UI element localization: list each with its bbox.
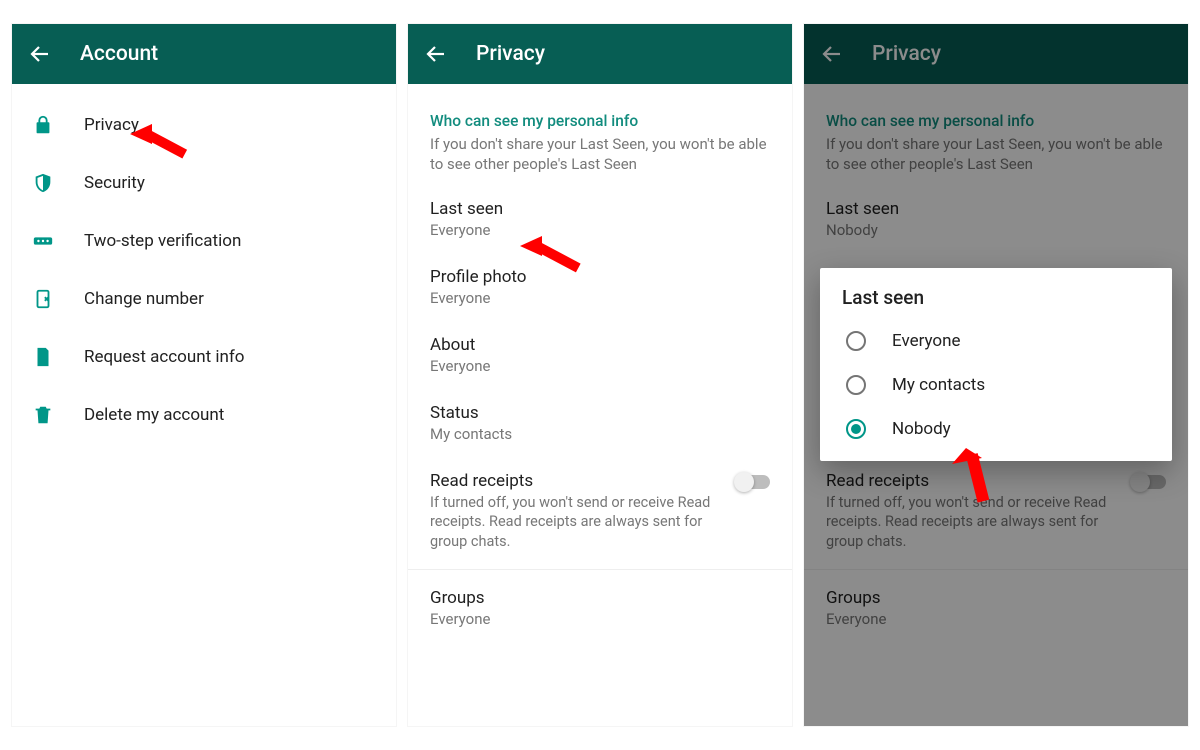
section-description: If you don't share your Last Seen, you w… [408,134,792,185]
setting-value: My contacts [430,425,770,443]
app-bar-title: Account [80,42,158,66]
radio-option-everyone[interactable]: Everyone [842,319,1150,363]
setting-last-seen[interactable]: Last seen Everyone [408,185,792,253]
setting-title: Status [430,403,770,423]
radio-label: My contacts [892,375,985,395]
sim-icon [32,288,54,310]
screen-privacy: Privacy Who can see my personal info If … [408,24,792,726]
trash-icon [32,404,54,426]
radio-icon [846,419,866,439]
back-arrow-icon[interactable] [424,42,448,66]
setting-title: Groups [430,588,770,608]
setting-title: Last seen [430,199,770,219]
account-item-security[interactable]: Security [12,154,396,212]
radio-label: Everyone [892,331,961,351]
dots-icon [32,230,54,252]
setting-description: If turned off, you won't send or receive… [430,493,720,552]
setting-title: Read receipts [430,471,770,491]
account-item-label: Privacy [84,115,139,135]
account-item-change-number[interactable]: Change number [12,270,396,328]
account-item-label: Two-step verification [84,231,241,251]
setting-groups[interactable]: Groups Everyone [408,574,792,642]
setting-about[interactable]: About Everyone [408,321,792,389]
document-icon [32,346,54,368]
privacy-content: Who can see my personal info If you don'… [408,84,792,726]
account-list: Privacy Security Two-step verification C… [12,84,396,726]
last-seen-dialog: Last seen Everyone My contacts Nobody [820,268,1172,461]
divider [408,569,792,570]
account-item-privacy[interactable]: Privacy [12,96,396,154]
radio-label: Nobody [892,419,951,439]
section-title: Who can see my personal info [408,96,792,134]
screen-privacy-dialog: Privacy Who can see my personal info If … [804,24,1188,726]
account-item-delete[interactable]: Delete my account [12,386,396,444]
app-bar-title: Privacy [476,42,545,66]
setting-title: Profile photo [430,267,770,287]
setting-status[interactable]: Status My contacts [408,389,792,457]
app-bar: Privacy [408,24,792,84]
account-item-label: Delete my account [84,405,224,425]
radio-option-nobody[interactable]: Nobody [842,407,1150,451]
setting-profile-photo[interactable]: Profile photo Everyone [408,253,792,321]
setting-value: Everyone [430,289,770,307]
account-item-request-info[interactable]: Request account info [12,328,396,386]
radio-option-my-contacts[interactable]: My contacts [842,363,1150,407]
setting-value: Everyone [430,357,770,375]
account-item-label: Change number [84,289,204,309]
screen-account: Account Privacy Security Two-step verifi… [12,24,396,726]
back-arrow-icon[interactable] [28,42,52,66]
account-item-label: Security [84,173,145,193]
dialog-title: Last seen [842,286,1150,309]
account-item-label: Request account info [84,347,245,367]
setting-title: About [430,335,770,355]
radio-icon [846,375,866,395]
shield-icon [32,172,54,194]
read-receipts-toggle[interactable] [736,475,770,489]
app-bar: Account [12,24,396,84]
setting-value: Everyone [430,610,770,628]
account-item-two-step[interactable]: Two-step verification [12,212,396,270]
lock-icon [32,114,54,136]
setting-read-receipts[interactable]: Read receipts If turned off, you won't s… [408,457,792,566]
radio-icon [846,331,866,351]
setting-value: Everyone [430,221,770,239]
